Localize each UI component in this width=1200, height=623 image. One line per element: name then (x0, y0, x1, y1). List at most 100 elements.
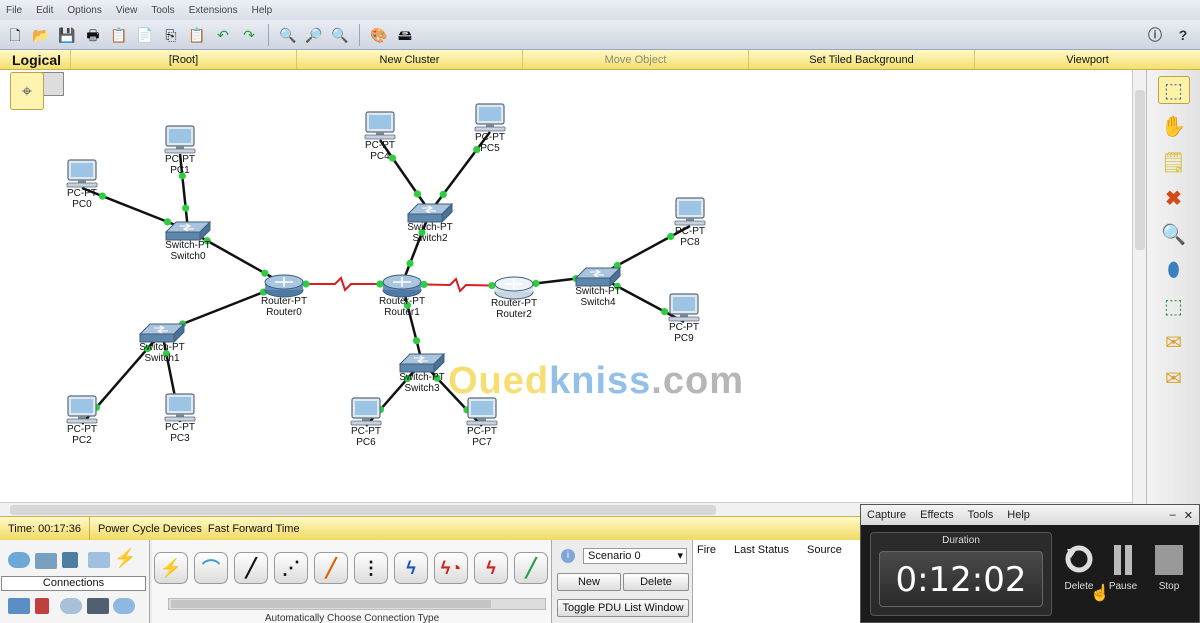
minimize-icon[interactable]: – (1170, 509, 1176, 522)
multiuser-category-icon[interactable] (113, 598, 135, 614)
recorder-menu-help[interactable]: Help (1007, 509, 1030, 521)
palette-icon[interactable]: 🎨 (368, 24, 390, 46)
move-object-button[interactable]: Move Object (522, 50, 748, 69)
custom-devices-category-icon[interactable] (87, 598, 109, 614)
pc-icon[interactable] (364, 111, 396, 140)
new-file-icon[interactable]: 🗋 (4, 24, 26, 46)
menu-tools[interactable]: Tools (151, 5, 174, 16)
menu-extensions[interactable]: Extensions (189, 5, 238, 16)
pc-icon[interactable] (164, 125, 196, 154)
device-name-label: PC9 (674, 333, 694, 344)
pc-icon[interactable] (66, 159, 98, 188)
close-icon[interactable]: ✕ (1184, 509, 1193, 522)
switch-icon[interactable] (164, 220, 212, 242)
router-icon[interactable] (494, 276, 534, 300)
print-icon[interactable]: 🖶 (82, 24, 104, 46)
menu-view[interactable]: View (116, 5, 138, 16)
inspect-icon[interactable]: 🔍 (1158, 220, 1190, 248)
viewport-button[interactable]: Viewport (974, 50, 1200, 69)
copper-cross-over-icon[interactable]: ⋰ (274, 552, 308, 584)
wireless-category-icon[interactable] (88, 552, 110, 568)
router-icon[interactable] (264, 274, 304, 298)
activity-wizard-icon[interactable]: 📋 (108, 24, 130, 46)
scenario-select[interactable]: Scenario 0 ▾ (583, 548, 687, 564)
help-icon[interactable]: ? (1172, 24, 1194, 46)
copper-straight-through-icon[interactable]: ╱ (234, 552, 268, 584)
new-scenario-button[interactable]: New (557, 573, 621, 591)
delete-scenario-button[interactable]: Delete (623, 573, 689, 591)
fiber-cable-icon[interactable]: ╱ (314, 552, 348, 584)
activity-wizard-icon[interactable]: 📄 (134, 24, 156, 46)
set-tiled-background-button[interactable]: Set Tiled Background (748, 50, 974, 69)
vertical-scrollbar[interactable] (1132, 70, 1146, 504)
menu-help[interactable]: Help (252, 5, 273, 16)
hub-category-icon[interactable] (62, 552, 78, 568)
router-icon[interactable] (382, 274, 422, 298)
hand-move-icon[interactable]: ✋ (1158, 112, 1190, 140)
wan-emulation-category-icon[interactable] (60, 598, 82, 614)
power-cycle-devices-button[interactable]: Power Cycle Devices (90, 523, 202, 535)
switch-icon[interactable] (138, 322, 186, 344)
redo-icon[interactable]: ↷ (238, 24, 260, 46)
info-icon[interactable]: ⓘ (1144, 24, 1166, 46)
pc-icon[interactable] (668, 293, 700, 322)
zoom-in-icon[interactable]: 🔍 (277, 24, 299, 46)
menu-file[interactable]: File (6, 5, 22, 16)
stop-recording-button[interactable]: Stop (1149, 543, 1189, 592)
router-category-icon[interactable] (8, 552, 30, 568)
pc-icon[interactable] (164, 393, 196, 422)
recorder-menu-effects[interactable]: Effects (920, 509, 953, 521)
zoom-reset-icon[interactable]: 🔎 (303, 24, 325, 46)
pc-icon[interactable] (674, 197, 706, 226)
save-icon[interactable]: 💾 (56, 24, 78, 46)
note-icon[interactable]: 🗒 (1158, 148, 1190, 176)
switch-icon[interactable] (406, 202, 454, 224)
end-devices-category-icon[interactable] (8, 598, 30, 614)
resize-icon[interactable]: ⬚ (1158, 292, 1190, 320)
undo-icon[interactable]: ↶ (212, 24, 234, 46)
console-cable-icon[interactable]: ⌒ (194, 552, 228, 584)
mouse-cursor-icon: ☝ (1090, 585, 1110, 602)
info-icon[interactable]: i (561, 549, 575, 563)
coaxial-cable-icon[interactable]: ϟ (394, 552, 428, 584)
draw-shape-icon[interactable]: ⬮ (1158, 256, 1190, 284)
pc-icon[interactable] (350, 397, 382, 426)
complex-pdu-icon[interactable]: ✉ (1158, 364, 1190, 392)
select-icon[interactable]: ⬚ (1157, 76, 1190, 104)
switch-icon[interactable] (398, 352, 446, 374)
menu-options[interactable]: Options (67, 5, 101, 16)
pc-icon[interactable] (66, 395, 98, 424)
menu-edit[interactable]: Edit (36, 5, 53, 16)
octal-cable-icon[interactable]: ╱ (514, 552, 548, 584)
scroll-thumb[interactable] (10, 505, 716, 515)
recorder-menu-capture[interactable]: Capture (867, 509, 906, 521)
logical-workspace-canvas[interactable]: PC-PT PC0 PC-PT PC1 PC-PT PC2 PC-PT PC3 PC-PT PC4… (0, 70, 1132, 502)
custom-device-icon[interactable]: 🖴 (394, 24, 416, 46)
cable-scrollbar[interactable] (168, 598, 546, 610)
serial-dce-icon[interactable]: ϟ◔ (434, 552, 468, 584)
workspace-mode-label[interactable]: Logical (0, 52, 70, 68)
root-button[interactable]: [Root] (70, 50, 296, 69)
device-label: Router-PT Router1 (367, 296, 437, 318)
switch-icon[interactable] (574, 266, 622, 288)
fast-forward-time-button[interactable]: Fast Forward Time (202, 523, 300, 535)
switch-category-icon[interactable] (35, 553, 57, 569)
zoom-out-icon[interactable]: 🔍 (329, 24, 351, 46)
scroll-thumb[interactable] (1135, 90, 1145, 250)
toggle-pdu-list-button[interactable]: Toggle PDU List Window (557, 599, 689, 617)
open-folder-icon[interactable]: 📂 (30, 24, 52, 46)
phone-cable-icon[interactable]: ⋮ (354, 552, 388, 584)
recorder-menu-tools[interactable]: Tools (968, 509, 994, 521)
security-category-icon[interactable] (35, 598, 49, 614)
connections-category-icon[interactable]: ⚡ (114, 549, 136, 567)
pc-icon[interactable] (474, 103, 506, 132)
copy-icon[interactable]: ⎘ (160, 24, 182, 46)
new-cluster-button[interactable]: New Cluster (296, 50, 522, 69)
scroll-thumb[interactable] (171, 600, 491, 608)
delete-icon[interactable]: ✖ (1158, 184, 1190, 212)
serial-dte-icon[interactable]: ϟ (474, 552, 508, 584)
auto-connection-icon[interactable]: ⚡ (154, 552, 188, 584)
simple-pdu-icon[interactable]: ✉ (1158, 328, 1190, 356)
paste-icon[interactable]: 📋 (186, 24, 208, 46)
logical-view-icon[interactable]: ⌖ (10, 72, 44, 110)
